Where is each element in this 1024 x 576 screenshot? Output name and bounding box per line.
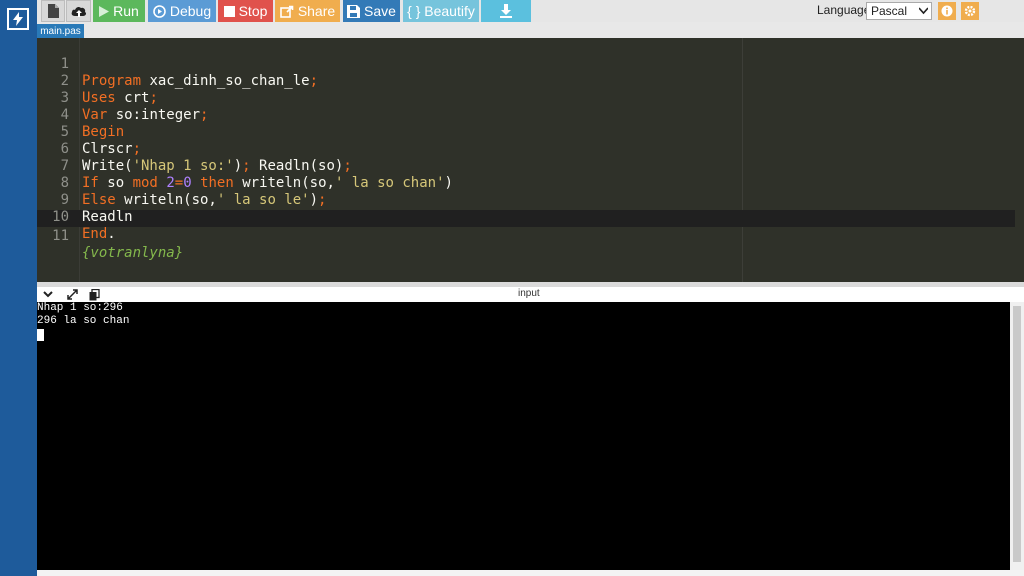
code-editor[interactable]: 1 Program xac_dinh_so_chan_le; 2 Uses cr… [37,38,1024,282]
gear-icon [964,5,976,17]
share-label: Share [297,3,336,19]
console-line: 296 la so chan [37,315,130,327]
file-tab-strip: main.pas [37,22,1024,38]
save-button[interactable]: Save [343,0,400,22]
app-logo-button[interactable] [7,8,29,30]
download-icon [500,4,512,18]
input-label: input [518,288,540,299]
code-text: Program xac_dinh_so_chan_le; [82,73,319,89]
code-line: 11 {votranlyna} [37,211,183,261]
expand-icon [66,289,78,300]
floppy-disk-icon [347,4,361,18]
code-text: Uses crt; [82,90,158,106]
code-line: 9 Readln [37,175,133,225]
upload-button[interactable] [66,0,91,22]
new-file-button[interactable] [41,0,65,22]
terminal-cursor [37,329,44,341]
info-button[interactable] [938,2,956,20]
code-line: 7 If so mod 2=0 then writeln(so,' la so … [37,141,453,191]
settings-button[interactable] [961,2,979,20]
chevron-down-icon [43,291,53,298]
beautify-label: { } Beautify [407,3,475,19]
tab-label: main.pas [40,25,81,37]
save-label: Save [364,3,396,19]
console-line: Nhap 1 so:296 [37,302,123,314]
print-margin-line [742,38,743,282]
run-label: Run [113,3,139,19]
code-comment: {votranlyna} [82,245,184,261]
bottom-strip [37,570,1024,576]
console-output[interactable]: Nhap 1 so:296 296 la so chan [37,302,1010,570]
toolbar: Run Debug Stop Share Save { } Beautify L… [37,0,1024,22]
code-text: If so mod 2=0 then writeln(so,' la so ch… [82,175,453,191]
beautify-button[interactable]: { } Beautify [403,0,479,22]
code-line: 3 Var so:integer; [37,73,209,123]
play-icon [99,5,110,17]
code-line: 4 Begin [37,90,125,140]
code-line: 8 Else writeln(so,' la so le'); [37,158,327,208]
console-header: input [37,287,1024,302]
code-text: Var so:integer; [82,107,209,123]
gutter-divider [79,38,80,282]
line-number: 11 [52,228,69,244]
stop-label: Stop [238,3,268,19]
stop-button[interactable]: Stop [218,0,273,22]
collapse-console-button[interactable] [41,288,55,301]
code-line: 6 Write('Nhap 1 so:'); Readln(so); [37,124,352,174]
code-line: 1 Program xac_dinh_so_chan_le; [37,39,318,89]
tab-main-pas[interactable]: main.pas [37,24,84,38]
debug-label: Debug [169,3,212,19]
active-line-highlight [37,210,1024,227]
code-line: 10 End. [37,192,116,242]
code-text: Else writeln(so,' la so le'); [82,192,327,208]
language-value: Pascal [871,4,908,18]
code-line: 2 Uses crt; [37,56,158,106]
download-button[interactable] [481,0,531,22]
code-text: Write('Nhap 1 so:'); Readln(so); [82,158,352,174]
code-text: Begin [82,124,125,140]
cloud-upload-icon [71,6,86,17]
language-label: Language [817,3,871,17]
lightning-icon [13,12,23,26]
copy-output-button[interactable] [87,288,101,301]
code-text: End. [82,226,116,242]
debug-icon [153,4,166,18]
debug-button[interactable]: Debug [148,0,216,22]
info-icon [941,5,953,17]
code-text: Readln [82,209,133,225]
share-button[interactable]: Share [275,0,340,22]
expand-console-button[interactable] [65,288,79,301]
left-sidebar [0,0,37,576]
editor-scrollbar[interactable] [1015,38,1024,282]
run-button[interactable]: Run [93,0,145,22]
code-text: Clrscr; [82,141,142,157]
chevron-down-icon [919,7,928,15]
file-icon [47,4,59,18]
share-icon [280,5,294,18]
stop-icon [223,5,235,17]
copy-icon [89,288,100,300]
language-select[interactable]: Pascal [866,2,932,20]
console-scrollbar[interactable] [1010,302,1024,570]
code-line: 5 Clrscr; [37,107,141,157]
console-scrollbar-thumb[interactable] [1013,306,1021,562]
